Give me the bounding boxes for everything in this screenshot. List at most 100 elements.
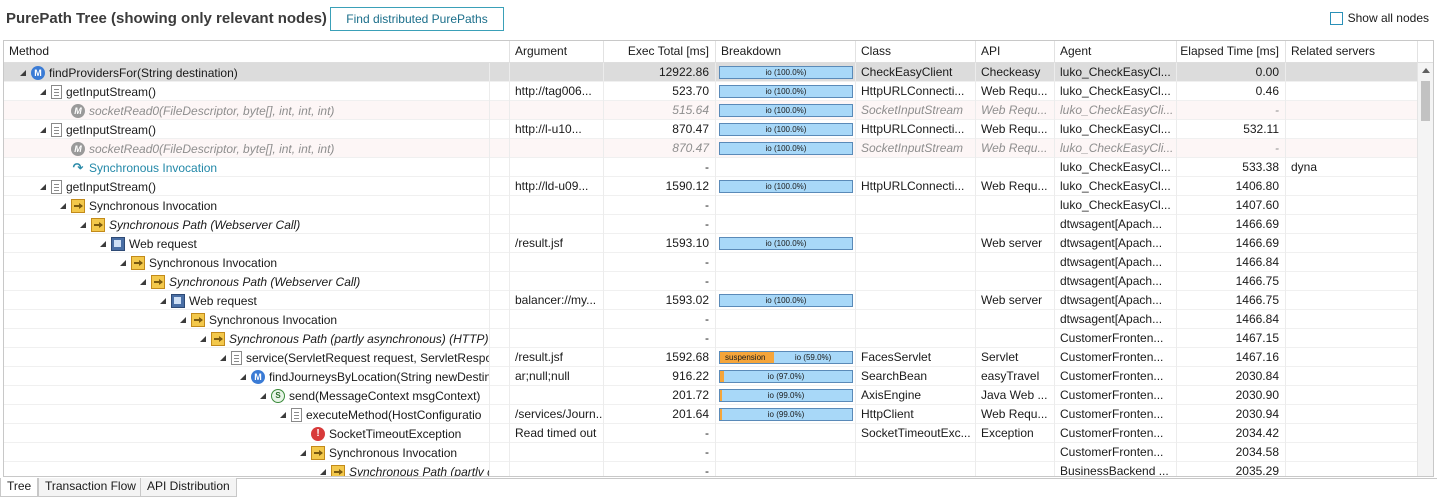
column-header-related-servers[interactable]: Related servers xyxy=(1286,41,1418,63)
expand-arrow-icon[interactable] xyxy=(18,68,27,77)
method-tree-node[interactable]: Web request xyxy=(158,291,257,310)
method-tree-node[interactable]: Synchronous Invocation xyxy=(58,196,217,215)
show-all-nodes-toggle[interactable]: Show all nodes xyxy=(1329,10,1429,26)
method-tree-node[interactable]: Synchronous Path (partly c xyxy=(318,462,489,476)
column-header-api[interactable]: API xyxy=(976,41,1055,63)
method-cell[interactable]: MsocketRead0(FileDescriptor, byte[], int… xyxy=(4,139,490,158)
vertical-scrollbar[interactable] xyxy=(1417,63,1433,476)
method-tree-node[interactable]: Web request xyxy=(98,234,197,253)
table-row[interactable]: getInputStream() http://l-u10... 870.47 io … xyxy=(4,120,1418,139)
method-cell[interactable]: Synchronous Invocation xyxy=(4,253,490,272)
expand-arrow-icon[interactable] xyxy=(218,353,227,362)
method-tree-node[interactable]: getInputStream() xyxy=(38,82,156,101)
expand-arrow-icon[interactable] xyxy=(278,410,287,419)
table-row[interactable]: getInputStream() http://ld-u09... 1590.12 i… xyxy=(4,177,1418,196)
method-cell[interactable]: Synchronous Invocation xyxy=(4,310,490,329)
column-header-method[interactable]: Method xyxy=(4,41,510,63)
column-header-agent[interactable]: Agent xyxy=(1055,41,1177,63)
expand-arrow-icon[interactable] xyxy=(238,372,247,381)
method-tree-node[interactable]: Synchronous Path (partly asynchronous) (… xyxy=(198,329,488,348)
table-row[interactable]: getInputStream() http://tag006... 523.70 io… xyxy=(4,82,1418,101)
method-tree-node[interactable]: ↷ Synchronous Invocation xyxy=(58,158,218,177)
expand-arrow-icon[interactable] xyxy=(78,220,87,229)
method-tree-node[interactable]: getInputStream() xyxy=(38,177,156,196)
column-header-exec-total[interactable]: Exec Total [ms] xyxy=(604,41,716,63)
column-header-elapsed-time[interactable]: Elapsed Time [ms] xyxy=(1177,41,1286,63)
table-row[interactable]: Synchronous Path (Webserver Call) - dtwsag… xyxy=(4,215,1418,234)
method-tree-node[interactable]: Synchronous Invocation xyxy=(178,310,337,329)
expand-arrow-icon[interactable] xyxy=(198,334,207,343)
method-cell[interactable]: Synchronous Path (Webserver Call) xyxy=(4,215,490,234)
expand-arrow-icon[interactable] xyxy=(318,467,327,476)
method-cell[interactable]: getInputStream() xyxy=(4,82,490,101)
expand-arrow-icon[interactable] xyxy=(38,182,47,191)
table-row[interactable]: Synchronous Path (partly asynchronous) (… xyxy=(4,329,1418,348)
tab-transaction-flow[interactable]: Transaction Flow xyxy=(38,478,143,497)
method-cell[interactable]: executeMethod(HostConfiguratio xyxy=(4,405,490,424)
method-cell[interactable]: ! SocketTimeoutException xyxy=(4,424,490,443)
expand-arrow-icon[interactable] xyxy=(178,315,187,324)
method-cell[interactable]: MfindJourneysByLocation(String newDestin xyxy=(4,367,490,386)
expand-arrow-icon[interactable] xyxy=(138,277,147,286)
table-row[interactable]: ↷ Synchronous Invocation - luko_CheckEasyCl… xyxy=(4,158,1418,177)
expand-arrow-icon[interactable] xyxy=(158,296,167,305)
table-row[interactable]: MsocketRead0(FileDescriptor, byte[], int… xyxy=(4,139,1418,158)
method-cell[interactable]: getInputStream() xyxy=(4,177,490,196)
table-row[interactable]: MsocketRead0(FileDescriptor, byte[], int… xyxy=(4,101,1418,120)
method-cell[interactable]: Web request xyxy=(4,234,490,253)
table-row[interactable]: MfindJourneysByLocation(String newDestin… xyxy=(4,367,1418,386)
method-label[interactable]: Synchronous Invocation xyxy=(89,159,217,177)
method-cell[interactable]: Web request xyxy=(4,291,490,310)
table-row[interactable]: MfindProvidersFor(String destination) 129… xyxy=(4,63,1418,82)
method-tree-node[interactable]: executeMethod(HostConfiguratio xyxy=(278,405,481,424)
method-cell[interactable]: Synchronous Path (partly asynchronous) (… xyxy=(4,329,490,348)
expand-arrow-icon[interactable] xyxy=(298,448,307,457)
method-tree-node[interactable]: Synchronous Invocation xyxy=(298,443,457,462)
table-row[interactable]: Web request balancer://my... 1593.02 io (10… xyxy=(4,291,1418,310)
tab-api-distribution[interactable]: API Distribution xyxy=(140,478,237,497)
scroll-thumb[interactable] xyxy=(1421,81,1430,121)
method-cell[interactable]: Synchronous Invocation xyxy=(4,196,490,215)
expand-arrow-icon[interactable] xyxy=(38,125,47,134)
expand-arrow-icon[interactable] xyxy=(258,391,267,400)
method-tree-node[interactable]: Synchronous Path (Webserver Call) xyxy=(138,272,360,291)
table-row[interactable]: Ssend(MessageContext msgContext) 201.72 io… xyxy=(4,386,1418,405)
find-distributed-purepaths-button[interactable]: Find distributed PurePaths xyxy=(330,7,504,31)
method-cell[interactable]: Synchronous Invocation xyxy=(4,443,490,462)
table-row[interactable]: service(ServletRequest request, ServletR… xyxy=(4,348,1418,367)
method-cell[interactable]: MsocketRead0(FileDescriptor, byte[], int… xyxy=(4,101,490,120)
column-header-argument[interactable]: Argument xyxy=(510,41,604,63)
method-cell[interactable]: getInputStream() xyxy=(4,120,490,139)
method-tree-node[interactable]: MsocketRead0(FileDescriptor, byte[], int… xyxy=(58,101,334,120)
column-header-breakdown[interactable]: Breakdown xyxy=(716,41,856,63)
table-row[interactable]: Synchronous Path (Webserver Call) - dtwsag… xyxy=(4,272,1418,291)
method-tree-node[interactable]: Synchronous Invocation xyxy=(118,253,277,272)
table-row[interactable]: Web request/result.jsf 1593.10 io (100.0%)… xyxy=(4,234,1418,253)
method-tree-node[interactable]: service(ServletRequest request, ServletR… xyxy=(218,348,489,367)
method-tree-node[interactable]: Synchronous Path (Webserver Call) xyxy=(78,215,300,234)
table-row[interactable]: Synchronous Invocation - CustomerFronten..… xyxy=(4,443,1418,462)
method-tree-node[interactable]: ! SocketTimeoutException xyxy=(298,424,461,443)
table-row[interactable]: Synchronous Invocation - dtwsagent[Apach..… xyxy=(4,310,1418,329)
table-row[interactable]: Synchronous Path (partly c - BusinessBacke… xyxy=(4,462,1418,476)
method-cell[interactable]: MfindProvidersFor(String destination) xyxy=(4,63,490,82)
expand-arrow-icon[interactable] xyxy=(118,258,127,267)
table-row[interactable]: Synchronous Invocation - dtwsagent[Apach..… xyxy=(4,253,1418,272)
method-cell[interactable]: Ssend(MessageContext msgContext) xyxy=(4,386,490,405)
show-all-nodes-checkbox[interactable] xyxy=(1329,11,1343,25)
method-cell[interactable]: service(ServletRequest request, ServletR… xyxy=(4,348,490,367)
table-row[interactable]: Synchronous Invocation - luko_CheckEasyCl.… xyxy=(4,196,1418,215)
method-tree-node[interactable]: Ssend(MessageContext msgContext) xyxy=(258,386,480,405)
table-row[interactable]: ! SocketTimeoutException Read timed out - So… xyxy=(4,424,1418,443)
column-header-class[interactable]: Class xyxy=(856,41,976,63)
method-tree-node[interactable]: getInputStream() xyxy=(38,120,156,139)
method-tree-node[interactable]: MfindJourneysByLocation(String newDestin xyxy=(238,367,489,386)
tab-tree[interactable]: Tree xyxy=(0,478,39,497)
expand-arrow-icon[interactable] xyxy=(38,87,47,96)
method-tree-node[interactable]: MfindProvidersFor(String destination) xyxy=(18,63,238,82)
table-row[interactable]: executeMethod(HostConfiguratio/services/… xyxy=(4,405,1418,424)
method-cell[interactable]: ↷ Synchronous Invocation xyxy=(4,158,490,177)
method-cell[interactable]: Synchronous Path (partly c xyxy=(4,462,490,476)
expand-arrow-icon[interactable] xyxy=(58,201,67,210)
method-tree-node[interactable]: MsocketRead0(FileDescriptor, byte[], int… xyxy=(58,139,334,158)
